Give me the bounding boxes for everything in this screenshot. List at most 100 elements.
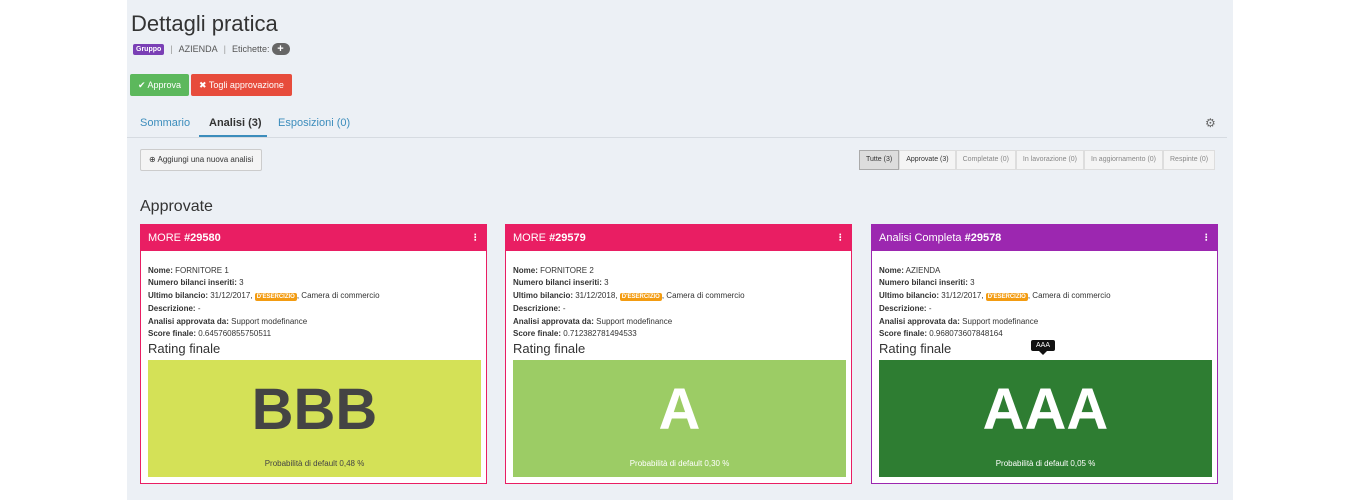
descrizione-value: - xyxy=(928,304,932,314)
card-header[interactable]: Analisi Completa #29578 ⁝ xyxy=(872,225,1217,251)
add-label-button[interactable]: + xyxy=(271,43,290,55)
ultimo-date: 31/12/2017, xyxy=(210,290,253,300)
approvata-row: Analisi approvata da: Support modefinanc… xyxy=(513,316,844,328)
ultimo-date: 31/12/2018, xyxy=(575,290,618,300)
nome-label: Nome: xyxy=(879,266,904,275)
ultimo-row: Ultimo bilancio: 31/12/2018, D'ESERCIZIO… xyxy=(513,290,844,303)
nome-row: Nome: FORNITORE 2 xyxy=(513,265,844,277)
card-id: #29579 xyxy=(549,232,586,244)
tab-sommario[interactable]: Sommario xyxy=(140,117,190,129)
card-id: #29580 xyxy=(184,232,221,244)
separator: | xyxy=(223,44,226,54)
card-body: Nome: FORNITORE 2 Numero bilanci inserit… xyxy=(506,251,851,356)
etichette-label: Etichette: xyxy=(231,44,270,54)
numero-value: 3 xyxy=(604,278,609,288)
approve-button[interactable]: ✔ Approva xyxy=(130,74,190,96)
filter-respinte[interactable]: Respinte (0) xyxy=(1163,150,1216,170)
nome-row: Nome: FORNITORE 1 xyxy=(148,265,479,277)
score-label: Score finale: xyxy=(513,329,562,339)
ultimo-row: Ultimo bilancio: 31/12/2017, D'ESERCIZIO… xyxy=(148,290,479,303)
separator: | xyxy=(170,44,173,54)
default-probability: Probabilità di default 0,30 % xyxy=(629,459,730,468)
ultimo-source: , Camera di commercio xyxy=(1027,290,1111,300)
approvata-label: Analisi approvata da: xyxy=(879,316,960,326)
ultimo-row: Ultimo bilancio: 31/12/2017, D'ESERCIZIO… xyxy=(879,290,1210,303)
ultimo-source: , Camera di commercio xyxy=(296,290,380,300)
descrizione-value: - xyxy=(562,304,566,314)
rating-box: BBB Probabilità di default 0,48 % xyxy=(148,360,481,477)
filter-completate[interactable]: Completate (0) xyxy=(955,150,1016,170)
descrizione-label: Descrizione: xyxy=(879,304,927,314)
numero-row: Numero bilanci inseriti: 3 xyxy=(513,277,844,289)
ultimo-label: Ultimo bilancio: xyxy=(879,290,939,300)
numero-label: Numero bilanci inseriti: xyxy=(513,278,602,288)
rating-grade: A xyxy=(658,377,701,442)
ultimo-date: 31/12/2017, xyxy=(941,290,984,300)
analysis-card: MORE #29579 ⁝ Nome: FORNITORE 2 Numero b… xyxy=(505,224,852,484)
nome-value: FORNITORE 1 xyxy=(175,266,229,275)
numero-value: 3 xyxy=(970,278,975,288)
gear-icon[interactable]: ⚙ xyxy=(1205,116,1216,130)
tabs: Sommario Analisi (3) Esposizioni (0) xyxy=(127,110,1227,138)
rating-grade: AAA xyxy=(982,377,1109,442)
tab-esposizioni[interactable]: Esposizioni (0) xyxy=(278,117,350,129)
ultimo-source: , Camera di commercio xyxy=(661,290,745,300)
approvata-label: Analisi approvata da: xyxy=(513,316,594,326)
descrizione-label: Descrizione: xyxy=(513,304,561,314)
numero-row: Numero bilanci inseriti: 3 xyxy=(879,277,1210,289)
filter-in-lavorazione[interactable]: In lavorazione (0) xyxy=(1015,150,1085,170)
gruppo-badge: Gruppo xyxy=(133,43,165,55)
score-row: Score finale: 0.968073607848164 xyxy=(879,328,1210,340)
score-label: Score finale: xyxy=(879,329,928,339)
section-title: Approvate xyxy=(140,198,213,215)
approvata-label: Analisi approvata da: xyxy=(148,316,229,326)
descrizione-row: Descrizione: - xyxy=(513,303,844,315)
approvata-value: Support modefinance xyxy=(231,316,308,326)
rating-tooltip: AAA xyxy=(1031,340,1056,355)
descrizione-value: - xyxy=(197,304,201,314)
page: Dettagli pratica Gruppo | AZIENDA | Etic… xyxy=(127,0,1233,500)
approvata-row: Analisi approvata da: Support modefinanc… xyxy=(148,316,479,328)
numero-value: 3 xyxy=(239,278,244,288)
default-probability: Probabilità di default 0,05 % xyxy=(995,459,1096,468)
descrizione-label: Descrizione: xyxy=(148,304,196,314)
nome-label: Nome: xyxy=(148,266,173,275)
card-header[interactable]: MORE #29579 ⁝ xyxy=(506,225,851,251)
score-row: Score finale: 0.712382781494533 xyxy=(513,328,844,340)
numero-row: Numero bilanci inseriti: 3 xyxy=(148,277,479,289)
numero-label: Numero bilanci inseriti: xyxy=(879,278,968,288)
rating-label: Rating finale xyxy=(513,341,586,357)
card-header[interactable]: MORE #29580 ⁝ xyxy=(141,225,486,251)
score-label: Score finale: xyxy=(148,329,197,339)
ultimo-label: Ultimo bilancio: xyxy=(148,290,208,300)
rating-box: A Probabilità di default 0,30 % xyxy=(513,360,846,477)
approvata-value: Support modefinance xyxy=(596,316,673,326)
add-analysis-button[interactable]: ⊕ Aggiungi una nuova analisi xyxy=(140,149,263,171)
tab-analisi[interactable]: Analisi (3) xyxy=(209,117,262,129)
score-value: 0.645760855750511 xyxy=(198,329,272,339)
card-type: Analisi Completa xyxy=(879,232,965,244)
kebab-menu-icon[interactable]: ⁝ xyxy=(1205,225,1209,251)
esercizio-badge: D'ESERCIZIO xyxy=(619,292,662,301)
kebab-menu-icon[interactable]: ⁝ xyxy=(474,225,478,251)
score-value: 0.968073607848164 xyxy=(929,329,1003,339)
rating-grade: BBB xyxy=(251,377,378,442)
filter-tutte[interactable]: Tutte (3) xyxy=(859,150,900,170)
approvata-value: Support modefinance xyxy=(962,316,1039,326)
filter-in-aggiornamento[interactable]: In aggiornamento (0) xyxy=(1084,150,1163,170)
descrizione-row: Descrizione: - xyxy=(879,303,1210,315)
card-body: Nome: FORNITORE 1 Numero bilanci inserit… xyxy=(141,251,486,356)
esercizio-badge: D'ESERCIZIO xyxy=(254,292,297,301)
card-type: MORE xyxy=(148,232,185,244)
kebab-menu-icon[interactable]: ⁝ xyxy=(839,225,843,251)
approvata-row: Analisi approvata da: Support modefinanc… xyxy=(879,316,1210,328)
active-tab-indicator xyxy=(199,135,267,137)
rating-box: AAA Probabilità di default 0,05 % xyxy=(879,360,1212,477)
default-probability: Probabilità di default 0,48 % xyxy=(264,459,365,468)
esercizio-badge: D'ESERCIZIO xyxy=(985,292,1028,301)
nome-value: AZIENDA xyxy=(905,266,941,275)
score-row: Score finale: 0.645760855750511 xyxy=(148,328,479,340)
remove-approval-button[interactable]: ✖ Togli approvazione xyxy=(191,74,292,96)
filter-approvate[interactable]: Approvate (3) xyxy=(899,150,956,170)
card-type: MORE xyxy=(513,232,550,244)
